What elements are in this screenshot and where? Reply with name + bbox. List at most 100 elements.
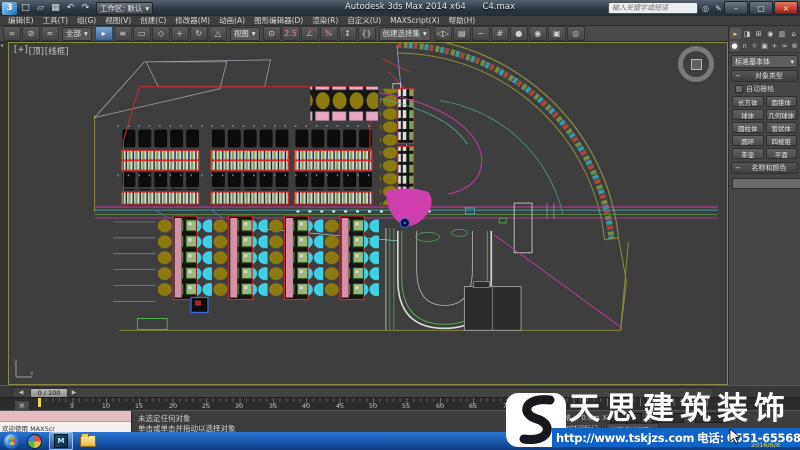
tab-utilities[interactable]: ⌂ [788,28,799,39]
undo-icon[interactable]: ↶ [64,2,77,14]
menu-modifiers[interactable]: 修改器(M) [175,15,210,26]
window-crossing-icon[interactable]: ◇ [152,26,170,41]
application-menu-button[interactable]: 3 [2,2,17,15]
sphere-button[interactable]: 球体 [732,109,764,120]
tab-display[interactable]: ▥ [777,28,788,39]
selection-filter-dropdown[interactable]: 全部 ▾ [62,27,92,41]
category-lights-icon[interactable]: ☼ [750,41,759,51]
unlink-selection-icon[interactable]: ⊘ [22,26,40,41]
selection-lock-icon[interactable]: ▣ [540,412,554,424]
material-editor-icon[interactable]: ● [510,26,528,41]
tube-button[interactable]: 管状体 [766,122,798,133]
close-button[interactable]: × [774,1,798,15]
next-frame-icon[interactable]: ▶ [70,388,78,396]
category-geometry-icon[interactable]: ● [730,41,739,51]
named-selection-sets-dropdown[interactable]: 创建选择集 ▾ [379,27,431,41]
rollout-name-color[interactable]: − 名称和颜色 [731,162,798,174]
track-bar[interactable]: ▣ 5 10 15 20 25 30 35 40 45 50 55 60 65 … [0,397,800,411]
menu-create[interactable]: 创建(C) [140,15,166,26]
select-and-rotate-icon[interactable]: ↻ [190,26,208,41]
new-scene-icon[interactable]: □ [19,2,32,14]
tab-motion[interactable]: ◉ [765,28,776,39]
viewcube[interactable] [678,46,714,82]
angle-snap-icon[interactable]: ∠ [301,26,319,41]
viewport-canvas[interactable] [9,43,727,384]
save-file-icon[interactable]: ▦ [49,2,62,14]
mirror-icon[interactable]: ◁▷ [434,26,452,41]
redo-icon[interactable]: ↷ [79,2,92,14]
z-field[interactable] [695,413,727,423]
autogrid-checkbox[interactable] [735,85,743,93]
y-field[interactable] [652,413,684,423]
tab-hierarchy[interactable]: ⊞ [753,28,764,39]
viewport[interactable]: [+] [顶] [线框] [8,42,728,385]
menu-rendering[interactable]: 渲染(R) [312,15,338,26]
render-setup-icon[interactable]: ◉ [529,26,547,41]
category-shapes-icon[interactable]: ∩ [740,41,749,51]
curve-editor-icon[interactable]: ~ [472,26,490,41]
reference-coordinate-dropdown[interactable]: 视图 ▾ [230,27,260,41]
menu-maxscript[interactable]: MAXScript(X) [390,16,439,25]
workspace-selector[interactable]: 工作区: 默认 ▾ [96,2,153,15]
search-icon[interactable]: ◎ [700,3,711,14]
taskbar-3dsmax-icon[interactable]: M [49,432,73,450]
category-helpers-icon[interactable]: + [770,41,779,51]
viewport-menu-shading[interactable]: [线框] [45,45,69,57]
percent-snap-icon[interactable]: % [320,26,338,41]
select-and-scale-icon[interactable]: △ [209,26,227,41]
menu-graph-editors[interactable]: 图形编辑器(D) [254,15,303,26]
pyramid-button[interactable]: 四棱锥 [766,135,798,146]
geometry-category-dropdown[interactable]: 标准基本体 ▾ [731,55,798,68]
menu-edit[interactable]: 编辑(E) [8,15,34,26]
rollout-object-type[interactable]: − 对象类型 [731,70,798,82]
viewport-tab-strip[interactable]: ◂ [0,42,8,385]
category-spacewarps-icon[interactable]: ≈ [780,41,789,51]
tab-create[interactable]: ▸ [730,28,741,39]
maximize-button[interactable]: ▢ [749,1,773,15]
previous-frame-icon[interactable]: ◀ [17,388,25,396]
schematic-view-icon[interactable]: # [491,26,509,41]
start-button[interactable] [4,434,19,449]
menu-help[interactable]: 帮助(H) [449,15,476,26]
object-name-input[interactable] [732,178,800,189]
maxscript-mini-listener[interactable]: 欢迎使用 MAXScr [0,411,132,433]
taskbar-browser-icon[interactable] [23,433,45,449]
open-file-icon[interactable]: ▱ [34,2,47,14]
use-pivot-center-icon[interactable]: ⊙ [263,26,281,41]
x-field[interactable] [610,413,642,423]
menu-customize[interactable]: 自定义(U) [347,15,381,26]
menu-views[interactable]: 视图(V) [105,15,131,26]
viewport-menu-view[interactable]: [顶] [29,45,44,57]
render-production-icon[interactable]: ◎ [567,26,585,41]
category-systems-icon[interactable]: ⊗ [790,41,799,51]
selection-region-icon[interactable]: ▭ [133,26,151,41]
edit-named-sets-icon[interactable]: {} [358,26,376,41]
tab-modify[interactable]: ◨ [742,28,753,39]
torus-button[interactable]: 圆环 [732,135,764,146]
minimize-button[interactable]: – [724,1,748,15]
menu-tools[interactable]: 工具(T) [43,15,68,26]
box-button[interactable]: 长方体 [732,96,764,107]
geosphere-button[interactable]: 几何球体 [766,109,798,120]
taskbar-explorer-icon[interactable] [77,433,99,449]
select-and-move-icon[interactable]: + [171,26,189,41]
c one-button[interactable]: 圆锥体 [766,96,798,107]
macro-recorder-pane[interactable] [0,411,131,422]
bind-to-space-warp-icon[interactable]: ≈ [41,26,59,41]
align-icon[interactable]: ▤ [453,26,471,41]
select-by-name-icon[interactable]: ≡ [114,26,132,41]
snaps-toggle-icon[interactable]: 2.5 [282,26,300,41]
category-cameras-icon[interactable]: ▣ [760,41,769,51]
menu-group[interactable]: 组(G) [77,15,96,26]
select-and-link-icon[interactable]: ∞ [3,26,21,41]
spinner-snap-icon[interactable]: ↕ [339,26,357,41]
plane-button[interactable]: 平面 [766,148,798,159]
cylinder-button[interactable]: 圆柱体 [732,122,764,133]
viewcube-face[interactable] [691,59,702,70]
select-object-icon[interactable]: ▸ [95,26,113,41]
viewport-menu-plus[interactable]: [+] [14,45,28,57]
teapot-button[interactable]: 茶壶 [732,148,764,159]
rendered-frame-icon[interactable]: ▣ [548,26,566,41]
search-input[interactable] [608,2,698,14]
menu-animation[interactable]: 动画(A) [219,15,245,26]
